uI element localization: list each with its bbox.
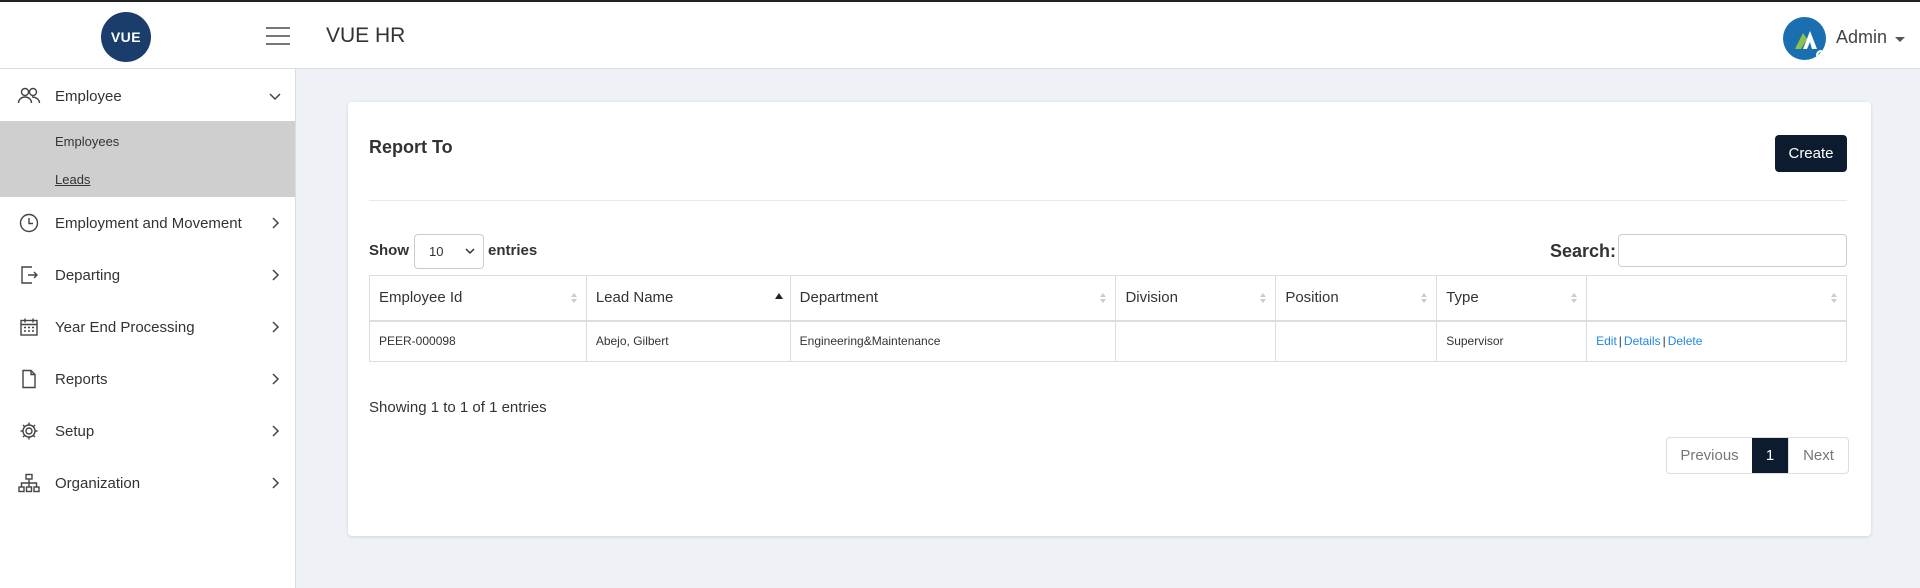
separator: |: [1618, 334, 1622, 349]
clock-icon: [17, 211, 41, 235]
sidebar-item-label: Reports: [55, 370, 108, 388]
calendar-icon: [17, 315, 41, 339]
chevron-right-icon[interactable]: [268, 476, 282, 490]
entries-select-value: 10: [429, 244, 444, 259]
column-label: Division: [1125, 289, 1178, 307]
sidebar-item-year-end-processing[interactable]: Year End Processing: [0, 305, 295, 349]
users-icon: [17, 84, 41, 108]
show-label: Show: [369, 242, 409, 259]
divider: [369, 200, 1847, 201]
page-1-button[interactable]: 1: [1752, 438, 1788, 473]
sidebar-item-setup[interactable]: Setup: [0, 409, 295, 453]
sidebar-item-employment-and-movement[interactable]: Employment and Movement: [0, 201, 295, 245]
sidebar-item-label: Year End Processing: [55, 318, 195, 336]
org-chart-icon: [17, 471, 41, 495]
exit-icon: [17, 263, 41, 287]
vue-logo[interactable]: VUE: [101, 12, 151, 62]
entries-label: entries: [488, 242, 538, 259]
sidebar-item-label: Departing: [55, 266, 121, 284]
cell-type: Supervisor: [1436, 320, 1588, 362]
column-header-department[interactable]: Department: [789, 275, 1117, 322]
gear-icon: [17, 419, 41, 443]
sidebar-item-label: Setup: [55, 422, 95, 440]
sort-icon: [1260, 293, 1267, 305]
cell-lead-name: Abejo, Gilbert: [585, 320, 791, 362]
cell-employee-id: PEER-000098: [369, 320, 587, 362]
table-header-row: Employee Id Lead Name Department Divisio…: [369, 275, 1847, 322]
sort-icon: [1100, 293, 1107, 305]
user-avatar[interactable]: [1783, 17, 1826, 60]
chevron-down-icon: [465, 248, 475, 255]
sidebar: Employee Employees Leads Employment and …: [0, 69, 296, 588]
separator: |: [1662, 334, 1666, 349]
employee-submenu: Employees Leads: [0, 121, 295, 197]
pagination: Previous 1 Next: [1666, 437, 1849, 474]
sidebar-item-label: Organization: [55, 474, 141, 492]
sort-icon: [1831, 293, 1838, 305]
report-to-table: Employee Id Lead Name Department Divisio…: [369, 275, 1847, 362]
chevron-right-icon[interactable]: [268, 424, 282, 438]
sidebar-item-label: Employee: [55, 87, 122, 105]
edit-link[interactable]: Edit: [1596, 334, 1617, 348]
chevron-right-icon[interactable]: [268, 268, 282, 282]
user-menu[interactable]: Admin: [1836, 27, 1887, 48]
details-link[interactable]: Details: [1624, 334, 1661, 348]
column-label: Position: [1285, 289, 1339, 307]
online-status-dot: [1816, 50, 1826, 60]
sort-icon: [1421, 293, 1428, 305]
top-bar: VUE VUE HR Admin: [0, 0, 1920, 69]
column-label: Lead Name: [595, 289, 674, 307]
table-row: PEER-000098 Abejo, Gilbert Engineering&M…: [369, 320, 1847, 362]
column-header-type[interactable]: Type: [1436, 275, 1588, 322]
file-icon: [17, 367, 41, 391]
column-header-lead-name[interactable]: Lead Name: [585, 275, 791, 322]
sidebar-item-organization[interactable]: Organization: [0, 461, 295, 505]
sidebar-item-departing[interactable]: Departing: [0, 253, 295, 297]
sidebar-subitem-leads[interactable]: Leads: [55, 172, 90, 187]
chevron-right-icon[interactable]: [268, 372, 282, 386]
create-button[interactable]: Create: [1775, 135, 1847, 172]
column-label: Employee Id: [379, 289, 463, 307]
cell-division: [1115, 320, 1277, 362]
previous-page-button[interactable]: Previous: [1667, 438, 1752, 473]
chevron-right-icon[interactable]: [268, 320, 282, 334]
report-to-card: Report To Create Show 10 entries Search:…: [348, 102, 1871, 536]
sidebar-subitem-employees[interactable]: Employees: [55, 134, 119, 149]
chevron-right-icon[interactable]: [268, 216, 282, 230]
app-title: VUE HR: [326, 24, 406, 47]
sidebar-item-employee[interactable]: Employee: [0, 74, 295, 118]
column-header-division[interactable]: Division: [1115, 275, 1277, 322]
column-label: Type: [1446, 289, 1479, 307]
cell-position: [1275, 320, 1438, 362]
sort-icon: [1571, 293, 1578, 305]
hamburger-menu-icon[interactable]: [266, 27, 290, 47]
table-info: Showing 1 to 1 of 1 entries: [369, 399, 547, 416]
entries-per-page-select[interactable]: 10: [414, 234, 484, 269]
delete-link[interactable]: Delete: [1668, 334, 1703, 348]
column-header-position[interactable]: Position: [1275, 275, 1438, 322]
cell-actions: Edit | Details | Delete: [1586, 320, 1847, 362]
cell-department: Engineering&Maintenance: [789, 320, 1117, 362]
sidebar-item-label: Employment and Movement: [55, 214, 242, 232]
caret-down-icon[interactable]: [1895, 37, 1905, 42]
sort-ascending-icon: [774, 293, 783, 305]
next-page-button[interactable]: Next: [1788, 438, 1848, 473]
column-header-actions[interactable]: [1586, 275, 1847, 322]
sidebar-item-reports[interactable]: Reports: [0, 357, 295, 401]
chevron-down-icon[interactable]: [268, 89, 282, 103]
column-label: Department: [799, 289, 879, 307]
column-header-employee-id[interactable]: Employee Id: [369, 275, 587, 322]
page-title: Report To: [369, 137, 453, 157]
search-label: Search:: [1550, 241, 1617, 261]
search-input[interactable]: [1618, 234, 1847, 267]
sort-icon: [570, 293, 578, 305]
